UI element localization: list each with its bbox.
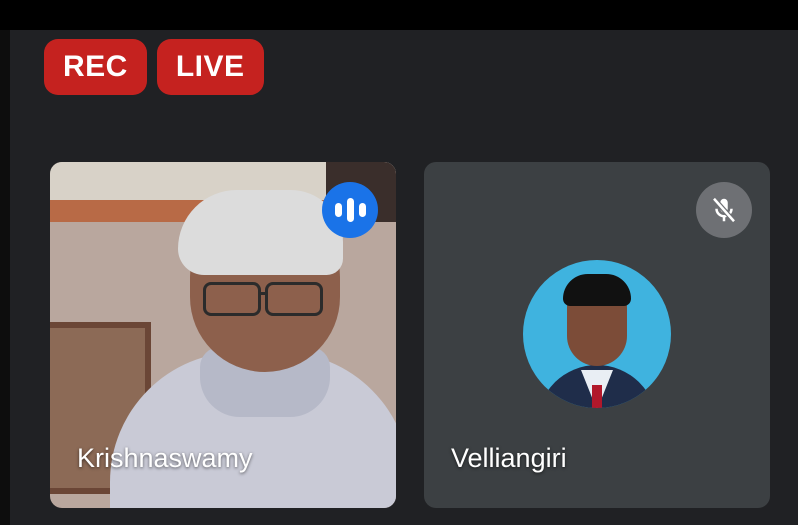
audio-wave-icon (322, 182, 378, 238)
participant-tile-krishnaswamy[interactable]: Krishnaswamy (50, 162, 396, 508)
avatar (523, 260, 671, 408)
rec-badge: REC (44, 39, 147, 95)
video-person-hair (178, 190, 343, 275)
mic-off-icon (696, 182, 752, 238)
left-edge (0, 30, 10, 525)
status-badges: REC LIVE (44, 39, 264, 95)
live-badge: LIVE (156, 39, 264, 95)
participant-tile-velliangiri[interactable]: Velliangiri (424, 162, 770, 508)
video-person-glasses (195, 282, 327, 316)
top-black-bar (0, 0, 798, 30)
participant-name: Krishnaswamy (77, 443, 253, 473)
mic-off-svg (712, 197, 736, 223)
participant-name: Velliangiri (451, 443, 567, 473)
